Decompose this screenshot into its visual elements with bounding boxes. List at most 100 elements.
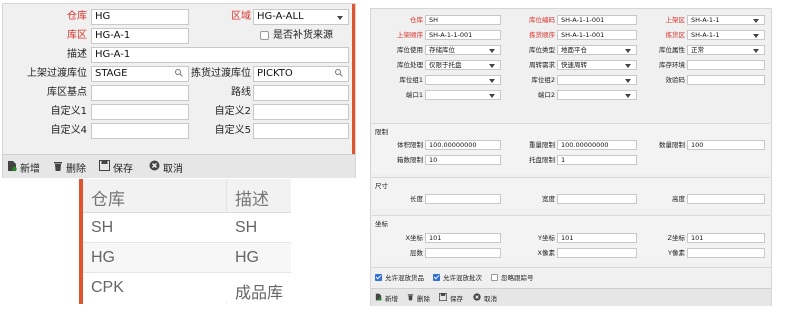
pick-transit-label: 拣货过渡库位 bbox=[191, 68, 251, 79]
putaway-zone-select[interactable]: SH-A-1-1 bbox=[687, 15, 765, 25]
usage-select[interactable]: 存储库位 bbox=[425, 45, 501, 55]
pallet-label: 托盘限制 bbox=[529, 156, 555, 164]
weight-field[interactable]: 100.00000000 bbox=[557, 140, 637, 150]
z-field[interactable]: 101 bbox=[687, 233, 765, 243]
mix-batch-option[interactable]: 允许混放批次 bbox=[433, 272, 482, 282]
ignore-trace-checkbox[interactable] bbox=[491, 273, 498, 281]
custom5-field[interactable] bbox=[253, 123, 349, 139]
warehouse-label: 仓库 bbox=[67, 11, 87, 22]
custom5-label: 自定义5 bbox=[214, 125, 251, 136]
handling-label: 库位处理 bbox=[397, 61, 423, 69]
new-button[interactable]: 新增 bbox=[375, 293, 398, 303]
table-row[interactable] bbox=[83, 213, 291, 243]
mix-goods-checkbox[interactable] bbox=[375, 273, 382, 281]
mix-batch-checkbox[interactable] bbox=[433, 273, 440, 281]
ignore-trace-label: 忽略跟踪号 bbox=[501, 274, 534, 282]
attr-select[interactable]: 正常 bbox=[687, 45, 765, 55]
cancel-button[interactable]: 取消 bbox=[473, 293, 497, 303]
pick-seq-field[interactable]: SH-A-1-1-001 bbox=[557, 30, 637, 40]
volume-field[interactable]: 100.00000000 bbox=[425, 140, 501, 150]
zone-label: 库区 bbox=[67, 30, 87, 41]
group2-select[interactable] bbox=[557, 75, 637, 85]
pick-zone-label: 拣货区 bbox=[665, 31, 686, 39]
box-field[interactable]: 10 bbox=[425, 155, 501, 165]
cancel-button-label: 取消 bbox=[484, 295, 497, 303]
col-header-warehouse[interactable]: 仓库 bbox=[91, 185, 125, 210]
box-label: 箱数限制 bbox=[397, 156, 423, 164]
check-code-field[interactable] bbox=[687, 75, 765, 85]
cancel-button-label: 取消 bbox=[163, 163, 183, 175]
xpix-field[interactable] bbox=[557, 248, 637, 258]
ignore-trace-option[interactable]: 忽略跟踪号 bbox=[491, 272, 534, 282]
putaway-seq-field[interactable]: SH-A-1-1-001 bbox=[425, 30, 501, 40]
size-section bbox=[372, 177, 770, 209]
length-field[interactable] bbox=[425, 194, 501, 204]
width-label: 宽度 bbox=[542, 195, 555, 203]
usage-label: 库位使用 bbox=[397, 46, 423, 54]
qty-field[interactable]: 100 bbox=[687, 140, 765, 150]
save-button[interactable]: 保存 bbox=[439, 293, 463, 303]
save-button[interactable]: 保存 bbox=[99, 159, 133, 175]
y-field[interactable]: 101 bbox=[557, 233, 637, 243]
custom2-field[interactable] bbox=[253, 104, 349, 120]
desc-label: 描述 bbox=[67, 49, 87, 60]
group1-select[interactable] bbox=[425, 75, 501, 85]
custom4-field[interactable] bbox=[91, 123, 189, 139]
col-header-desc[interactable]: 描述 bbox=[235, 185, 269, 210]
turnover-select[interactable]: 快速周转 bbox=[557, 60, 637, 70]
save-icon bbox=[99, 160, 110, 174]
delete-button[interactable]: 删除 bbox=[53, 159, 86, 175]
warehouse-field[interactable]: SH bbox=[425, 15, 501, 25]
toolbar: 新增 删除 保存 取消 bbox=[3, 154, 355, 178]
location-code-field[interactable]: SH-A-1-1-001 bbox=[557, 15, 637, 25]
pick-transit-field[interactable]: PICKTO bbox=[253, 66, 349, 82]
zone-field[interactable]: HG-A-1 bbox=[91, 28, 189, 44]
ypix-label: Y像素 bbox=[668, 249, 685, 257]
mix-goods-option[interactable]: 允许混放货品 bbox=[375, 272, 424, 282]
putaway-transit-field[interactable]: STAGE bbox=[91, 66, 189, 82]
cell-desc: HG bbox=[235, 249, 259, 266]
attr-label: 库位属性 bbox=[659, 46, 685, 54]
save-icon bbox=[439, 293, 447, 303]
cancel-button[interactable]: 取消 bbox=[149, 159, 183, 175]
new-button-label: 新增 bbox=[385, 295, 398, 303]
base-point-field[interactable] bbox=[91, 85, 189, 101]
new-button-label: 新增 bbox=[20, 163, 40, 175]
custom1-label: 自定义1 bbox=[50, 106, 87, 117]
warehouse-field[interactable]: HG bbox=[91, 9, 189, 25]
env-label: 库存环境 bbox=[659, 61, 685, 69]
path-field[interactable] bbox=[253, 85, 349, 101]
pick-zone-select[interactable]: SH-A-1-1 bbox=[687, 30, 765, 40]
x-field[interactable]: 101 bbox=[425, 233, 501, 243]
port1-select[interactable] bbox=[425, 90, 501, 100]
env-field[interactable] bbox=[687, 60, 765, 70]
type-select[interactable]: 地面平仓 bbox=[557, 45, 637, 55]
pallet-field[interactable]: 1 bbox=[557, 155, 637, 165]
putaway-seq-label: 上架顺序 bbox=[397, 31, 423, 39]
handling-select[interactable]: 仅限于托盘 bbox=[425, 60, 501, 70]
replenish-checkbox[interactable] bbox=[260, 31, 269, 40]
new-button[interactable]: 新增 bbox=[7, 159, 40, 175]
height-field[interactable] bbox=[687, 194, 765, 204]
search-icon[interactable] bbox=[175, 68, 183, 81]
new-doc-icon bbox=[7, 160, 17, 175]
port1-label: 端口1 bbox=[405, 91, 423, 99]
ypix-field[interactable] bbox=[687, 248, 765, 258]
path-label: 路线 bbox=[231, 87, 251, 98]
custom1-field[interactable] bbox=[91, 104, 189, 120]
group2-label: 库位组2 bbox=[531, 76, 555, 84]
region-select[interactable]: HG-A-ALL bbox=[253, 9, 349, 25]
port2-select[interactable] bbox=[557, 90, 637, 100]
cell-warehouse: SH bbox=[91, 219, 114, 236]
save-button-label: 保存 bbox=[113, 163, 133, 175]
layer-field[interactable] bbox=[425, 248, 501, 258]
search-icon[interactable] bbox=[335, 68, 343, 81]
width-field[interactable] bbox=[557, 194, 637, 204]
cell-warehouse: CPK bbox=[91, 279, 124, 296]
trash-icon bbox=[53, 160, 63, 175]
desc-field[interactable]: HG-A-1 bbox=[91, 47, 349, 63]
qty-label: 数量限制 bbox=[659, 141, 685, 149]
delete-button[interactable]: 删除 bbox=[407, 293, 430, 303]
layer-label: 层数 bbox=[410, 249, 423, 257]
warehouse-label: 仓库 bbox=[410, 16, 423, 24]
